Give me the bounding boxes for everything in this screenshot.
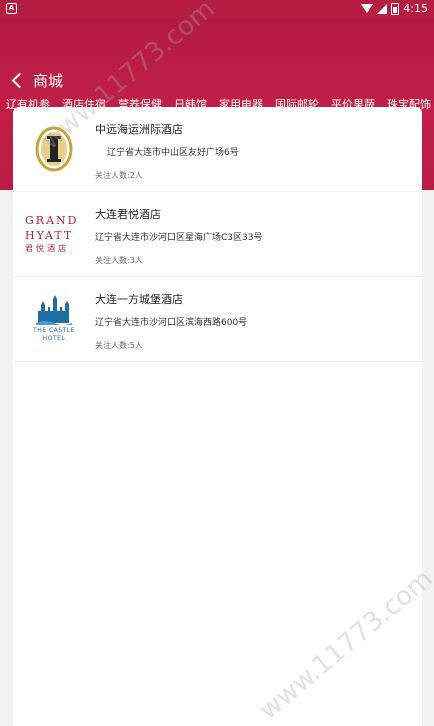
hotel-name: 大连君悦酒店 (95, 208, 161, 221)
title-bar: 商城 (10, 70, 63, 91)
status-bar: A 4:15 (0, 0, 434, 17)
hotel-name: 中远海运洲际酒店 (95, 123, 183, 136)
logo-text-chinese: 君悦酒店 (25, 244, 69, 253)
list-item[interactable]: 中远海运洲际酒店 辽宁省大连市中山区友好广场6号 关注人数:2人 (13, 107, 422, 192)
hotel-name: 大连一方城堡酒店 (95, 293, 183, 306)
logo-text-grand: GRAND (25, 214, 79, 227)
hotel-address: 辽宁省大连市沙河口区滨海西路600号 (95, 318, 248, 328)
list-item[interactable]: GRAND HYATT 君悦酒店 大连君悦酒店 辽宁省大连市沙河口区星海广场C3… (13, 192, 422, 277)
hotel-followers: 关注人数:2人 (95, 171, 143, 180)
status-time: 4:15 (403, 2, 428, 15)
battery-icon (391, 2, 400, 15)
status-icons: 4:15 (361, 2, 428, 15)
grand-hyatt-logo-icon: GRAND HYATT 君悦酒店 (25, 204, 87, 264)
logo-text-hotel: HOTEL (42, 335, 66, 342)
app-notification-icon: A (6, 3, 17, 14)
hotel-list: 中远海运洲际酒店 辽宁省大连市中山区友好广场6号 关注人数:2人 GRAND H… (13, 107, 422, 726)
signal-icon (377, 3, 388, 14)
hotel-address: 辽宁省大连市沙河口区星海广场C3区33号 (95, 233, 263, 243)
wifi-icon (361, 4, 374, 13)
hotel-address: 辽宁省大连市中山区友好广场6号 (107, 148, 239, 158)
hotel-followers: 关注人数:5人 (95, 341, 143, 350)
page-title: 商城 (33, 72, 64, 90)
logo-text-castle: THE CASTLE (33, 327, 75, 334)
intercontinental-logo-icon (23, 119, 85, 179)
hotel-followers: 关注人数:3人 (95, 256, 143, 265)
back-arrow-icon[interactable] (11, 72, 28, 89)
list-item[interactable]: THE CASTLE HOTEL 大连一方城堡酒店 辽宁省大连市沙河口区滨海西路… (13, 277, 422, 362)
logo-text-hyatt: HYATT (25, 229, 74, 242)
castle-hotel-logo-icon: THE CASTLE HOTEL (23, 289, 85, 349)
